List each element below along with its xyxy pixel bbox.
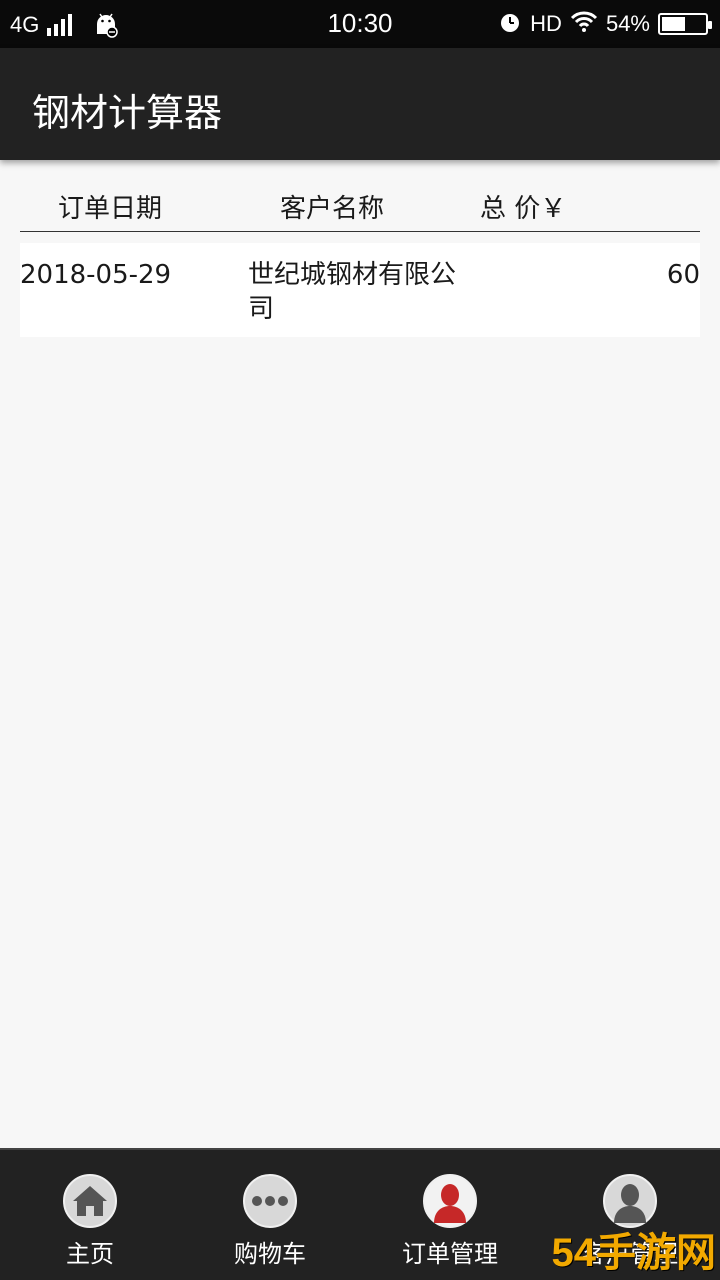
battery-icon [658,13,712,35]
nav-label-orders: 订单管理 [402,1240,498,1268]
nav-item-cart[interactable]: 购物车 [180,1150,360,1280]
status-right: HD 54% [498,8,712,40]
order-total: 60 [666,260,700,290]
header-order-date: 订单日期 [58,194,163,224]
status-bar: 4G 10:30 HD 54% [0,0,720,48]
app-bar: 钢材计算器 [0,48,720,160]
more-dots-icon [243,1174,297,1228]
header-total-price: 总 价￥ [480,194,567,224]
hd-indicator: HD [530,11,562,36]
nav-item-home[interactable]: 主页 [0,1150,180,1280]
wifi-icon [570,11,598,38]
watermark-logo: 54手游网 [551,1231,717,1275]
battery-percent: 54% [605,11,650,36]
home-icon [63,1174,117,1228]
app-title: 钢材计算器 [32,91,223,135]
nav-label-cart: 购物车 [234,1240,306,1268]
table-row[interactable]: 2018-05-29 世纪城钢材有限公司 60 [20,243,700,337]
order-person-icon [423,1174,477,1228]
alarm-icon [498,10,522,39]
nav-item-orders[interactable]: 订单管理 [360,1150,540,1280]
order-table-header: 订单日期 客户名称 总 价￥ [20,180,700,232]
nav-label-home: 主页 [66,1240,114,1268]
header-customer-name: 客户名称 [280,194,385,224]
customer-name: 世纪城钢材有限公司 [248,260,457,324]
order-date: 2018-05-29 [20,260,172,290]
